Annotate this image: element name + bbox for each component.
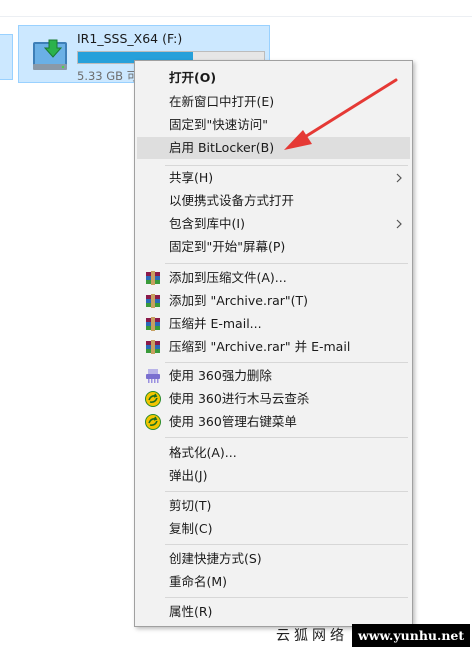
menu-item-copy[interactable]: 复制(C) xyxy=(137,518,410,540)
menu-item-label: 共享(H) xyxy=(169,170,214,185)
chevron-right-icon xyxy=(396,173,402,183)
watermark-url: www.yunhu.net xyxy=(352,623,471,647)
winrar-books-icon xyxy=(146,317,160,331)
menu-separator xyxy=(165,437,408,438)
menu-item-label: 包含到库中(I) xyxy=(169,216,245,231)
menu-item-add-archive-rar[interactable]: 添加到 "Archive.rar"(T) xyxy=(137,290,410,312)
menu-item-label: 格式化(A)... xyxy=(169,445,237,460)
menu-item-label: 使用 360强力删除 xyxy=(169,368,272,383)
menu-separator xyxy=(165,597,408,598)
menu-item-label: 创建快捷方式(S) xyxy=(169,551,262,566)
context-menu: 打开(O) 在新窗口中打开(E) 固定到"快速访问" 启用 BitLocker(… xyxy=(134,60,413,627)
menu-item-label: 添加到 "Archive.rar"(T) xyxy=(169,293,309,308)
360-security-icon xyxy=(145,391,161,407)
winrar-books-icon xyxy=(146,294,160,308)
menu-item-open-portable[interactable]: 以便携式设备方式打开 xyxy=(137,190,410,212)
menu-separator xyxy=(165,165,408,166)
menu-item-bitlocker[interactable]: 启用 BitLocker(B) xyxy=(137,137,410,159)
drive-free-space: 5.33 GB 可 xyxy=(77,69,139,83)
menu-item-label: 固定到"开始"屏幕(P) xyxy=(169,239,286,254)
menu-item-label: 属性(R) xyxy=(169,604,213,619)
menu-item-label: 压缩到 "Archive.rar" 并 E-mail xyxy=(169,339,351,354)
winrar-books-icon xyxy=(146,340,160,354)
menu-item-label: 压缩并 E-mail... xyxy=(169,316,262,331)
menu-item-eject[interactable]: 弹出(J) xyxy=(137,465,410,487)
menu-item-360-trojan-scan[interactable]: 使用 360进行木马云查杀 xyxy=(137,388,410,410)
menu-item-add-archive[interactable]: 添加到压缩文件(A)... xyxy=(137,267,410,289)
menu-item-properties[interactable]: 属性(R) xyxy=(137,601,410,623)
adjacent-drive-tile-partial[interactable] xyxy=(0,34,13,80)
menu-item-label: 使用 360管理右键菜单 xyxy=(169,414,297,429)
360-security-icon xyxy=(145,414,161,430)
drive-name: IR1_SSS_X64 (F:) xyxy=(77,31,183,46)
menu-separator xyxy=(165,362,408,363)
menu-item-label: 打开(O) xyxy=(169,70,217,85)
menu-separator xyxy=(165,544,408,545)
chevron-right-icon xyxy=(396,219,402,229)
menu-item-rename[interactable]: 重命名(M) xyxy=(137,571,410,593)
menu-item-open-new-window[interactable]: 在新窗口中打开(E) xyxy=(137,91,410,113)
menu-item-include-library[interactable]: 包含到库中(I) xyxy=(137,213,410,235)
menu-item-label: 添加到压缩文件(A)... xyxy=(169,270,287,285)
menu-item-cut[interactable]: 剪切(T) xyxy=(137,495,410,517)
watermark: 云狐网络 www.yunhu.net xyxy=(270,622,472,648)
top-divider xyxy=(0,16,472,17)
watermark-name: 云狐网络 xyxy=(276,628,348,644)
menu-item-label: 启用 BitLocker(B) xyxy=(169,140,275,155)
menu-item-360-manage-menu[interactable]: 使用 360管理右键菜单 xyxy=(137,411,410,433)
menu-item-compress-rar-email[interactable]: 压缩到 "Archive.rar" 并 E-mail xyxy=(137,336,410,358)
menu-item-label: 固定到"快速访问" xyxy=(169,117,268,132)
menu-item-pin-quick-access[interactable]: 固定到"快速访问" xyxy=(137,114,410,136)
menu-item-label: 复制(C) xyxy=(169,521,213,536)
menu-item-label: 以便携式设备方式打开 xyxy=(169,193,295,208)
shredder-icon xyxy=(146,369,160,383)
menu-item-label: 使用 360进行木马云查杀 xyxy=(169,391,310,406)
menu-item-compress-email[interactable]: 压缩并 E-mail... xyxy=(137,313,410,335)
menu-item-360-force-delete[interactable]: 使用 360强力删除 xyxy=(137,365,410,387)
menu-item-create-shortcut[interactable]: 创建快捷方式(S) xyxy=(137,548,410,570)
menu-separator xyxy=(165,491,408,492)
menu-item-label: 在新窗口中打开(E) xyxy=(169,94,275,109)
menu-item-label: 剪切(T) xyxy=(169,498,212,513)
menu-item-label: 弹出(J) xyxy=(169,468,208,483)
winrar-books-icon xyxy=(146,271,160,285)
menu-item-label: 重命名(M) xyxy=(169,574,228,589)
menu-item-pin-start[interactable]: 固定到"开始"屏幕(P) xyxy=(137,236,410,258)
menu-item-format[interactable]: 格式化(A)... xyxy=(137,442,410,464)
menu-item-open[interactable]: 打开(O) xyxy=(137,67,410,89)
menu-item-share[interactable]: 共享(H) xyxy=(137,167,410,189)
drive-install-icon xyxy=(33,39,67,70)
menu-separator xyxy=(165,263,408,264)
